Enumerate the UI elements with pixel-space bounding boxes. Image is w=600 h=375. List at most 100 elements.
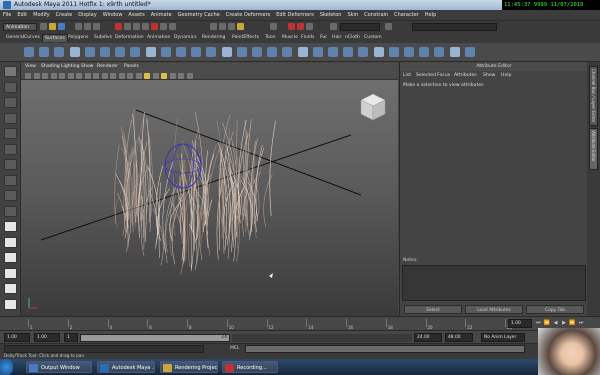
shelf-tab-custom[interactable]: Custom [362, 34, 384, 42]
square-tool-icon[interactable] [130, 47, 141, 57]
panel-tool-9-icon[interactable] [93, 73, 99, 79]
loft-tool-icon[interactable] [221, 47, 232, 57]
scale-icon[interactable] [4, 143, 17, 155]
layout-four-icon[interactable] [4, 236, 17, 248]
shelf-tab-dynamics[interactable]: Dynamics [172, 34, 199, 42]
open-scene-icon[interactable] [49, 23, 56, 30]
project-tool-icon[interactable] [434, 47, 445, 57]
menu-character[interactable]: Character [391, 10, 422, 18]
soft-mod-icon[interactable] [4, 174, 17, 186]
menu-skin[interactable]: Skin [344, 10, 361, 18]
revolve-tool-icon[interactable] [206, 47, 217, 57]
bevel-tool-icon[interactable] [267, 47, 278, 57]
step-back-key-icon[interactable]: ⏪ [544, 320, 551, 327]
shelf-tab-ncloth[interactable]: nCloth [343, 34, 362, 42]
mask-curves-icon[interactable] [133, 23, 140, 30]
menu-help[interactable]: Help [422, 10, 439, 18]
menu-constrain[interactable]: Constrain [361, 10, 391, 18]
taskbar-item[interactable]: Recording... [222, 361, 278, 373]
panel-tool-19-icon[interactable] [178, 73, 184, 79]
lasso-icon[interactable] [4, 81, 17, 93]
load-attributes-button[interactable]: Load Attributes [465, 305, 523, 314]
ipr-render-icon[interactable] [297, 23, 304, 30]
shelf-tab-toon[interactable]: Toon [263, 34, 278, 42]
stitch-tool-icon[interactable] [449, 47, 460, 57]
attr-menu-help[interactable]: Help [501, 73, 511, 78]
taskbar-item[interactable]: Output Window [26, 361, 92, 373]
sidebar-toggle-icon[interactable] [385, 23, 392, 30]
paint-select-icon[interactable] [4, 97, 17, 108]
view-cube-icon[interactable] [360, 93, 386, 121]
history-icon[interactable] [270, 23, 277, 30]
mel-label[interactable]: MEL [230, 346, 239, 351]
mask-joints-icon[interactable] [124, 23, 131, 30]
current-time-field[interactable]: 1.00 [508, 319, 532, 328]
panel-tool-14-icon[interactable] [135, 73, 142, 79]
perspective-viewport[interactable] [21, 80, 398, 316]
menu-edit[interactable]: Edit [14, 10, 30, 18]
align-tool-icon[interactable] [312, 47, 323, 57]
panel-menu-show[interactable]: Show [81, 64, 93, 69]
snap-grid-icon[interactable] [210, 23, 217, 30]
last-tool-icon[interactable] [4, 205, 17, 217]
cylinder-tool-icon[interactable] [54, 47, 65, 57]
untrim-tool-icon[interactable] [419, 47, 430, 57]
panel-tool-7-icon[interactable] [76, 73, 82, 79]
copy-tab-button[interactable]: Copy Tab [526, 305, 584, 314]
detach-tool-icon[interactable] [297, 47, 308, 57]
shelf-tab-fluids[interactable]: Fluids [299, 34, 316, 42]
snap-point-icon[interactable] [228, 23, 235, 30]
panel-tool-12-icon[interactable] [118, 73, 125, 79]
mask-deformations-icon[interactable] [151, 23, 158, 30]
curve-cvs-tool-icon[interactable] [160, 47, 171, 57]
layout-single-icon[interactable] [4, 221, 17, 232]
layout-outliner-icon[interactable] [4, 298, 17, 310]
tab-channel-box[interactable]: Channel Box / Layer Editor [589, 66, 598, 126]
sphere-tool-icon[interactable] [24, 47, 34, 57]
menu-set-select[interactable]: Animation [3, 23, 37, 31]
start-button[interactable] [0, 359, 13, 375]
menu-window[interactable]: Window [100, 10, 126, 18]
render-settings-icon[interactable] [306, 23, 313, 30]
shelf-tab-subdivs[interactable]: Subdivs [92, 34, 114, 42]
select-object-icon[interactable] [84, 23, 91, 30]
universal-manipulator-icon[interactable] [4, 159, 17, 170]
attr-menu-focus[interactable]: Focus [437, 73, 450, 78]
attr-menu-show[interactable]: Show [483, 73, 495, 78]
snap-curve-icon[interactable] [219, 23, 226, 30]
range-bar[interactable]: 24 [80, 334, 230, 342]
menu-modify[interactable]: Modify [30, 10, 53, 18]
shelf-tab-painteffects[interactable]: PaintEffects [230, 34, 261, 42]
planar-tool-icon[interactable] [236, 47, 247, 57]
tab-attribute-editor[interactable]: Attribute Editor [589, 128, 598, 170]
start-time-field[interactable]: 1.00 [4, 333, 30, 342]
select-button[interactable]: Select [404, 305, 462, 314]
command-input[interactable] [4, 345, 204, 353]
circle-tool-icon[interactable] [115, 47, 126, 57]
insert-knot-tool-icon[interactable] [343, 47, 354, 57]
notes-textarea[interactable] [402, 265, 586, 301]
select-component-icon[interactable] [93, 23, 100, 30]
open-close-tool-icon[interactable] [328, 47, 338, 57]
panel-tool-16-icon[interactable] [152, 73, 159, 79]
select-hierarchy-icon[interactable] [75, 23, 82, 30]
panel-menu-panels[interactable]: Panels [124, 64, 139, 69]
panel-tool-4-icon[interactable] [50, 73, 57, 79]
end-time-field[interactable]: 48.00 [445, 333, 473, 342]
shelf-tab-rendering[interactable]: Rendering [200, 34, 227, 42]
panel-tool-2-icon[interactable] [33, 73, 40, 79]
layout-hypershade-icon[interactable] [4, 283, 17, 294]
render-frame-icon[interactable] [288, 23, 295, 30]
layout-persp-graph-icon[interactable] [4, 267, 17, 279]
layout-persp-outliner-icon[interactable] [4, 252, 17, 263]
menu-animate[interactable]: Animate [148, 10, 175, 18]
panel-tool-1-icon[interactable] [25, 73, 31, 79]
anim-layer-select[interactable]: No Anim Layer [481, 333, 525, 342]
taskbar-item[interactable]: Rendering Project [160, 361, 218, 373]
shelf-tab-fur[interactable]: Fur [318, 34, 329, 42]
curve-ep-tool-icon[interactable] [176, 47, 186, 57]
move-icon[interactable] [4, 112, 17, 124]
input-line-field[interactable] [340, 23, 380, 31]
snap-plane-icon[interactable] [237, 23, 244, 30]
arc-tool-icon[interactable] [145, 47, 156, 57]
